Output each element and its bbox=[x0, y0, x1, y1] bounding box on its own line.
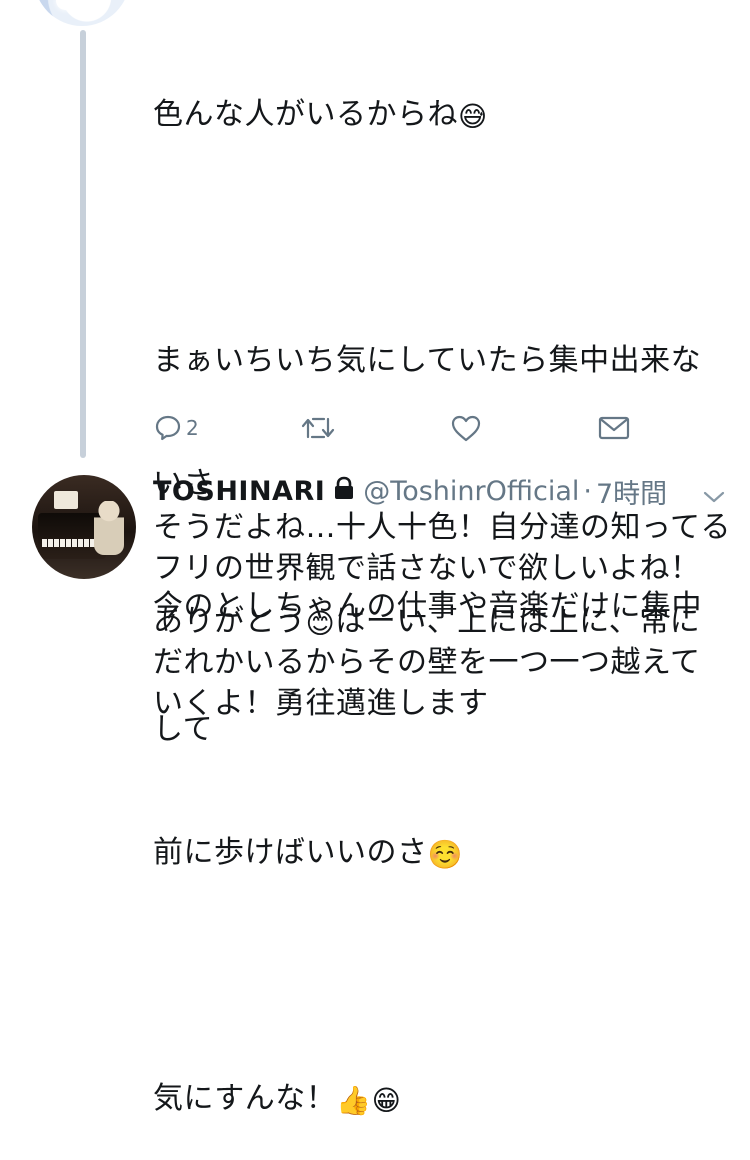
tweet-line: いくよ！勇往邁進します bbox=[153, 686, 489, 721]
dm-icon bbox=[598, 414, 630, 442]
tweet-line-text: 前に歩けばいいのさ bbox=[153, 835, 428, 870]
like-icon bbox=[450, 414, 482, 442]
tweet-line: まぁいちいち気にしていたら集中出来な bbox=[153, 343, 702, 378]
timestamp[interactable]: 7時間 bbox=[596, 472, 667, 511]
avatar-image bbox=[54, 491, 78, 509]
tweet-line: だれかいるからその壁を一つ一つ越えて bbox=[153, 645, 701, 680]
tweet-line: 前に歩けばいいのさ☺️ bbox=[153, 832, 723, 873]
sweat-smile-emoji: 😅 bbox=[458, 100, 488, 133]
avatar[interactable] bbox=[34, 0, 130, 26]
user-handle[interactable]: @ToshinrOfficial bbox=[363, 476, 579, 507]
reply-count: 2 bbox=[186, 416, 199, 440]
thumbs-grin-emoji: 👍😁 bbox=[336, 1084, 402, 1117]
tweet-line: そうだよね…十人十色！自分達の知ってる bbox=[153, 510, 731, 545]
thread-line bbox=[80, 30, 86, 458]
separator-dot: · bbox=[583, 475, 592, 507]
lock-icon bbox=[333, 476, 355, 507]
retweet-icon bbox=[300, 414, 336, 442]
tweet-header: TOSHINARI @ToshinrOfficial · 7時間 bbox=[153, 471, 733, 511]
reply-tweet-text: そうだよね…十人十色！自分達の知ってる フリの世界観で話さないで欲しいよね！ あ… bbox=[153, 507, 733, 724]
like-button[interactable] bbox=[450, 408, 482, 448]
tweet-line: ありがとう😊はーい、上には上に、常に bbox=[153, 601, 733, 642]
tweet-line-text: はーい、上には上に、常に bbox=[335, 604, 701, 639]
tweet-line: 色んな人がいるからね😅 bbox=[153, 94, 723, 135]
display-name[interactable]: TOSHINARI bbox=[153, 476, 325, 507]
reply-icon bbox=[154, 414, 182, 442]
tweet-line-text: 色んな人がいるからね bbox=[153, 97, 458, 132]
tweet-line-text: 気にすんな！ bbox=[153, 1081, 337, 1116]
reply-button[interactable]: 2 bbox=[154, 408, 199, 448]
retweet-button[interactable] bbox=[300, 408, 336, 448]
avatar-image bbox=[94, 501, 124, 555]
avatar-image bbox=[56, 0, 106, 10]
smiling-face-emoji: ☺️ bbox=[427, 838, 463, 871]
tweet-line-text: ありがとう bbox=[153, 604, 306, 639]
smiling-emoji: 😊 bbox=[305, 607, 336, 640]
avatar-image bbox=[42, 539, 100, 547]
dm-button[interactable] bbox=[598, 408, 630, 448]
avatar[interactable] bbox=[32, 475, 136, 579]
tweet-actions: 2 bbox=[150, 408, 650, 448]
tweet-line: 気にすんな！👍😁 bbox=[153, 1078, 723, 1119]
tweet-line: フリの世界観で話さないで欲しいよね！ bbox=[153, 551, 701, 586]
